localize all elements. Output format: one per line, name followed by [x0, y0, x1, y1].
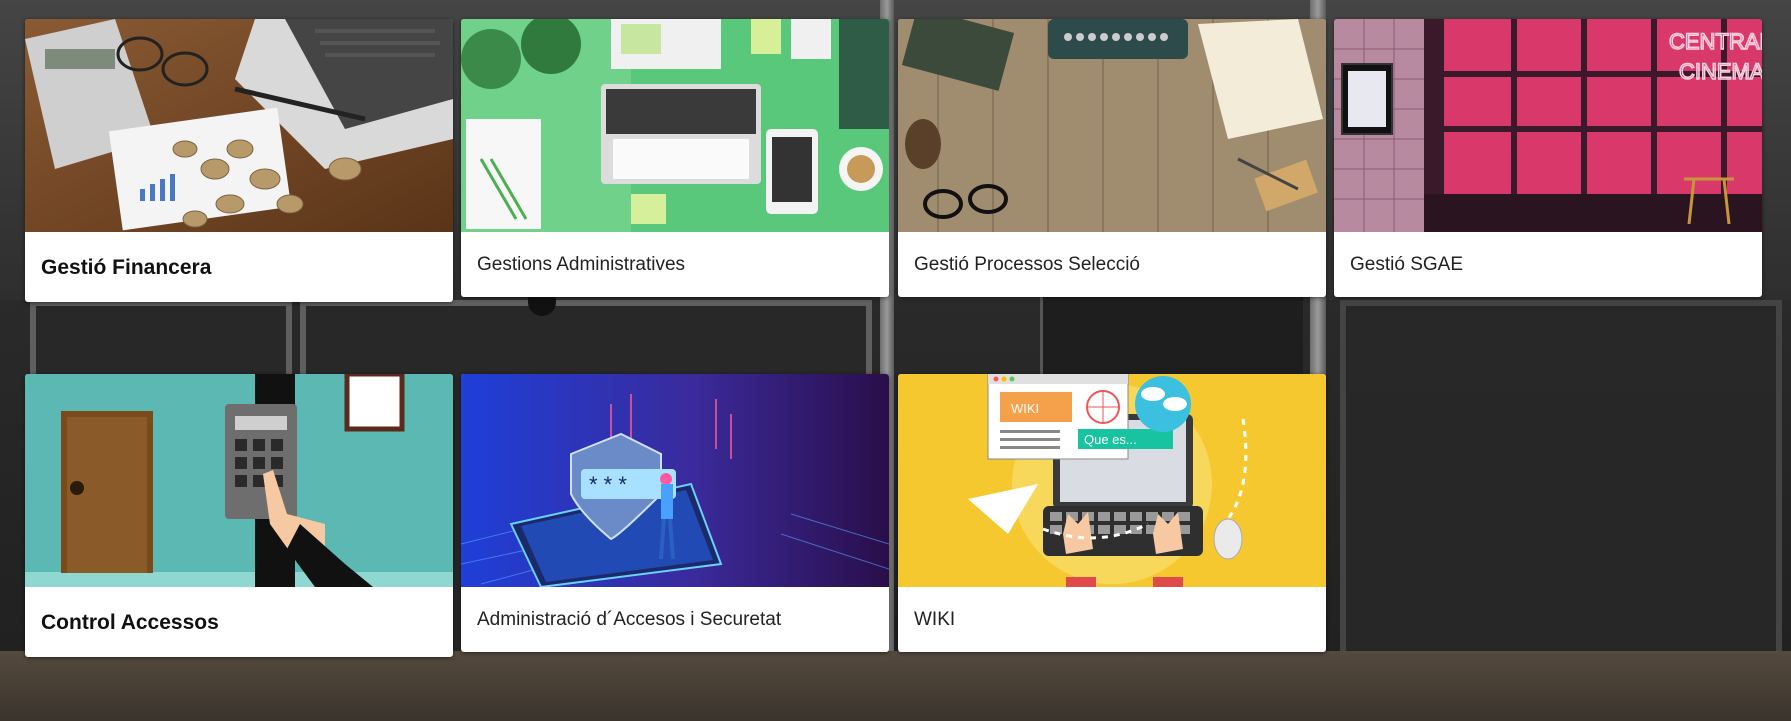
wiki-illustration: WIKI Que es...: [898, 374, 1326, 587]
security-illustration: * * *: [461, 374, 889, 587]
card-title: WIKI: [914, 608, 956, 630]
typewriter-desk-image: [898, 19, 1326, 232]
card-gestio-processos-seleccio[interactable]: Gestió Processos Selecció: [898, 19, 1326, 297]
card-administracio-accesos-securetat[interactable]: * * * Administració d´Accesos i Secureta…: [461, 374, 889, 652]
card-title: Control Accessos: [41, 611, 219, 634]
cinema-sign-line2: CINEMA: [1679, 59, 1762, 84]
wiki-image-label: WIKI: [1011, 401, 1039, 416]
card-gestio-financera[interactable]: Gestió Financera: [25, 19, 453, 302]
admin-desk-image: [461, 19, 889, 232]
card-title: Gestió Processos Selecció: [914, 253, 1140, 275]
card-gestio-sgae[interactable]: CENTRAL CINEMA Gestió SGAE: [1334, 19, 1762, 297]
svg-text:* * *: * * *: [589, 472, 627, 497]
keypad-illustration: [25, 374, 453, 587]
card-control-accessos[interactable]: Control Accessos: [25, 374, 453, 657]
cinema-image: CENTRAL CINEMA: [1334, 19, 1762, 232]
card-title: Gestió Financera: [41, 256, 212, 279]
wiki-image-search: Que es...: [1084, 432, 1137, 447]
finance-image: [25, 19, 453, 232]
card-title: Administració d´Accesos i Securetat: [477, 608, 782, 630]
card-title: Gestions Administratives: [477, 253, 686, 275]
card-gestions-administratives[interactable]: Gestions Administratives: [461, 19, 889, 297]
card-title: Gestió SGAE: [1350, 253, 1463, 275]
card-wiki[interactable]: WIKI Que es... WIKI: [898, 374, 1326, 652]
cinema-sign-line1: CENTRAL: [1669, 29, 1762, 54]
